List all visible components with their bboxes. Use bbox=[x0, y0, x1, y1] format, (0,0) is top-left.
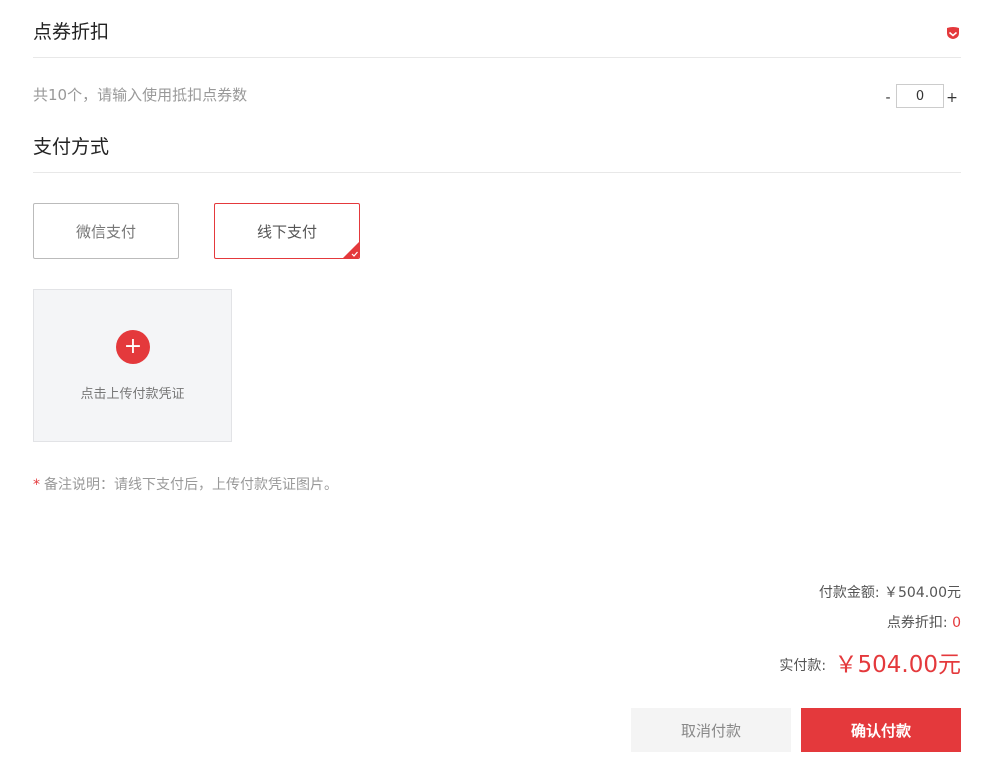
discount-hint: 共10个，请输入使用抵扣点券数 bbox=[33, 86, 248, 104]
wechat-pay-label: 微信支付 bbox=[75, 222, 136, 241]
offline-pay-label: 线下支付 bbox=[256, 222, 317, 241]
decrement-button[interactable]: - bbox=[880, 82, 896, 110]
payment-note: * 备注说明：请线下支付后，上传付款凭证图片。 bbox=[33, 476, 338, 494]
discount-section-title: 点券折扣 bbox=[33, 21, 110, 43]
amount-value: ￥504.00元 bbox=[884, 585, 961, 601]
increment-button[interactable]: + bbox=[944, 82, 960, 110]
payment-section-title: 支付方式 bbox=[33, 136, 110, 158]
actual-value: ￥504.00元 bbox=[834, 652, 961, 678]
discount-label: 点券折扣: bbox=[886, 615, 948, 631]
upload-label: 点击上传付款凭证 bbox=[80, 387, 185, 402]
quantity-input[interactable] bbox=[896, 84, 944, 108]
cancel-payment-button[interactable]: 取消付款 bbox=[631, 708, 791, 752]
confirm-payment-button[interactable]: 确认付款 bbox=[801, 708, 961, 752]
actual-row: 实付款: ￥504.00元 bbox=[779, 645, 961, 679]
toggle-icon[interactable] bbox=[946, 26, 960, 40]
discount-divider bbox=[33, 57, 961, 58]
check-corner-icon bbox=[343, 242, 359, 258]
wechat-pay-option[interactable]: 微信支付 bbox=[33, 203, 179, 259]
actual-label: 实付款: bbox=[779, 658, 827, 674]
discount-value: 0 bbox=[952, 615, 961, 631]
payment-note-text: 备注说明：请线下支付后，上传付款凭证图片。 bbox=[44, 477, 338, 493]
upload-receipt-box[interactable]: + 点击上传付款凭证 bbox=[33, 289, 232, 442]
discount-row: 点券折扣: 0 bbox=[887, 612, 961, 632]
required-star: * bbox=[33, 477, 40, 493]
quantity-stepper: - + bbox=[880, 84, 960, 108]
plus-icon: + bbox=[116, 330, 150, 364]
offline-pay-option[interactable]: 线下支付 bbox=[214, 203, 360, 259]
payment-divider bbox=[33, 172, 961, 173]
amount-label: 付款金额: bbox=[818, 585, 880, 601]
amount-row: 付款金额: ￥504.00元 bbox=[819, 582, 961, 602]
